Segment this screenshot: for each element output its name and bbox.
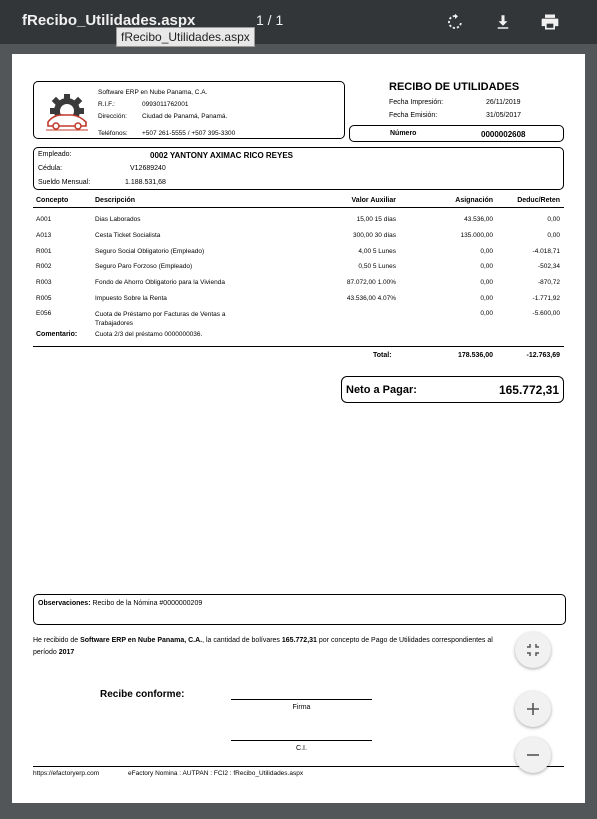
- phones-label: Teléfonos:: [98, 130, 128, 137]
- total-rule: [33, 346, 564, 347]
- receipt-statement: He recibido de Software ERP en Nube Pana…: [33, 637, 493, 656]
- signature-line: [231, 699, 372, 700]
- id-value: V12689240: [130, 165, 166, 172]
- total-deduccion: -12.763,69: [526, 352, 560, 359]
- total-asignacion: 178.536,00: [457, 352, 493, 359]
- employee-label: Empleado:: [38, 151, 72, 158]
- rif-label: R.I.F.:: [98, 101, 115, 108]
- id-label: Cédula:: [38, 165, 63, 172]
- col-descripcion: Descripción: [95, 197, 136, 204]
- footer-rule: [33, 766, 564, 767]
- comment-text: Cuota 2/3 del préstamo 0000000036.: [95, 331, 203, 338]
- zoom-in-icon[interactable]: [515, 691, 551, 727]
- phones-value: +507 261-5555 / +507 395-3300: [142, 130, 236, 137]
- col-valor-auxiliar: Valor Auxiliar: [351, 197, 396, 204]
- footer-system: eFactory Nomina : AUTPAN : FCI2 : fRecib…: [128, 770, 304, 777]
- salary-value: 1.188.531,68: [125, 179, 166, 186]
- zoom-out-icon[interactable]: [515, 737, 551, 773]
- document-page: Software ERP en Nube Panama, C.A. R.I.F.…: [12, 54, 585, 803]
- issue-date-label: Fecha Emisión:: [389, 112, 438, 119]
- fit-page-icon[interactable]: [515, 632, 551, 668]
- issue-date: 31/05/2017: [486, 112, 522, 119]
- employee-name: 0002 YANTONY AXIMAC RICO REYES: [150, 151, 294, 160]
- employee-box: [33, 147, 564, 190]
- receipt-number: 0000002608: [481, 130, 526, 139]
- address-value: Ciudad de Panamá, Panamá.: [142, 113, 228, 120]
- statement-period: 2017: [58, 649, 75, 656]
- observations-label: Observaciones:: [38, 600, 91, 607]
- footer-site: https://efactoryerp.com: [33, 770, 100, 777]
- number-label: Número: [390, 130, 417, 137]
- print-date-label: Fecha Impresión:: [389, 99, 444, 106]
- rif-value: 0993011762001: [142, 101, 189, 108]
- net-pay-value: 165.772,31: [498, 383, 559, 397]
- col-asignacion: Asignación: [455, 197, 493, 204]
- net-pay-label: Neto a Pagar:: [346, 384, 417, 396]
- header-rule: [33, 207, 564, 208]
- print-icon[interactable]: [538, 10, 562, 34]
- total-label: Total:: [373, 352, 392, 359]
- print-date: 26/11/2019: [486, 99, 521, 106]
- col-deduc-reten: Deduc/Reten: [517, 197, 560, 204]
- observations-text: Recibo de la Nómina #0000000209: [92, 600, 203, 607]
- logo-gear-car: [42, 92, 92, 134]
- number-box: [349, 125, 564, 142]
- company-name: Software ERP en Nube Panama, C.A.: [98, 89, 208, 96]
- ci-label: C.I.: [296, 745, 307, 752]
- address-label: Dirección:: [98, 113, 127, 120]
- download-icon[interactable]: [491, 10, 515, 34]
- observations-box: [33, 594, 566, 625]
- salary-label: Sueldo Mensual:: [38, 179, 91, 186]
- col-concepto: Concepto: [36, 197, 69, 204]
- statement-amount: 165.772,31: [281, 637, 317, 644]
- title-tooltip: fRecibo_Utilidades.aspx: [116, 27, 255, 47]
- receipt-title: RECIBO DE UTILIDADES: [389, 81, 520, 93]
- ci-line: [231, 740, 372, 741]
- firma-label: Firma: [292, 704, 311, 711]
- rotate-icon[interactable]: [443, 10, 467, 34]
- observations: Observaciones: Recibo de la Nómina #0000…: [38, 600, 202, 607]
- statement-company: Software ERP en Nube Panama, C.A.: [80, 637, 203, 644]
- page-indicator: 1 / 1: [256, 12, 284, 28]
- receive-conforme-label: Recibe conforme:: [100, 689, 185, 700]
- viewer-toolbar: fRecibo_Utilidades.aspx 1 / 1: [0, 0, 597, 44]
- comment-label: Comentario:: [36, 331, 78, 338]
